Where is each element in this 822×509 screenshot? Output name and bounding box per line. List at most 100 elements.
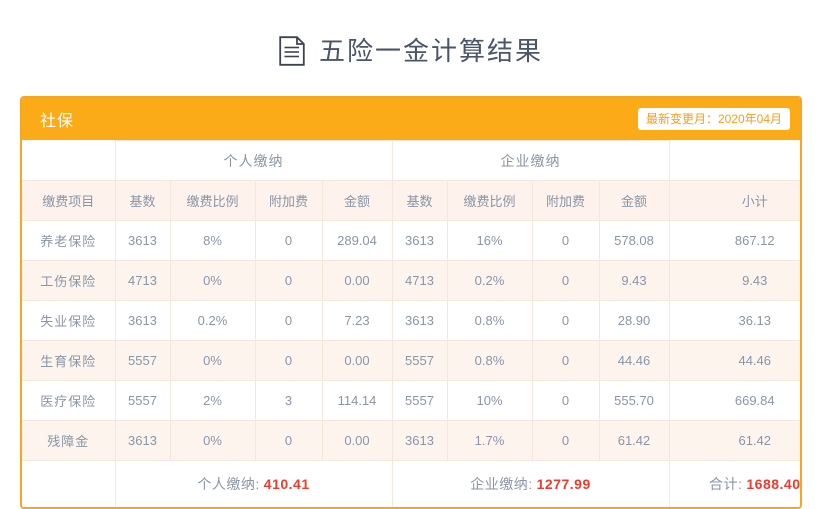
totals-row: 个人缴纳: 410.41 企业缴纳: 1277.99 合计: 1688.40 [22, 460, 801, 507]
cell-personal-surcharge: 0 [254, 340, 323, 381]
cell-enterprise-amount: 555.70 [598, 380, 670, 421]
social-insurance-card: 社保 最新变更月：2020年04月 个人缴纳 企业缴纳 缴费项目 基数 缴费比例… [20, 96, 802, 509]
cell-enterprise-amount: 28.90 [598, 300, 670, 341]
table-row: 失业保险 3613 0.2% 0 7.23 3613 0.8% 0 28.90 … [22, 300, 800, 341]
col-header-personal-rate: 缴费比例 [169, 180, 256, 221]
table-row: 残障金 3613 0% 0 0.00 3613 1.7% 0 61.42 61.… [22, 420, 800, 461]
cell-subtotal: 867.12 [668, 220, 800, 261]
cell-personal-surcharge: 0 [254, 300, 323, 341]
cell-item: 医疗保险 [22, 380, 116, 421]
cell-item: 失业保险 [22, 300, 116, 341]
cell-enterprise-surcharge: 0 [531, 420, 600, 461]
cell-personal-amount: 0.00 [321, 340, 393, 381]
cell-enterprise-surcharge: 0 [531, 340, 600, 381]
table-head: 个人缴纳 企业缴纳 缴费项目 基数 缴费比例 附加费 金额 基数 缴费比例 附加… [22, 140, 800, 221]
table-row: 医疗保险 5557 2% 3 114.14 5557 10% 0 555.70 … [22, 380, 800, 421]
cell-personal-surcharge: 0 [254, 420, 323, 461]
total-grand-label: 合计: [709, 475, 743, 492]
cell-enterprise-rate: 0.2% [446, 260, 533, 301]
cell-enterprise-surcharge: 0 [531, 220, 600, 261]
cell-personal-amount: 0.00 [321, 260, 393, 301]
cell-item: 生育保险 [22, 340, 116, 381]
total-grand-value: 1688.40 [746, 475, 801, 492]
cell-enterprise-base: 3613 [391, 420, 448, 461]
cell-enterprise-base: 5557 [391, 380, 448, 421]
totals-blank-cell [22, 460, 116, 507]
cell-personal-base: 3613 [114, 300, 171, 341]
cell-personal-rate: 0% [169, 340, 256, 381]
cell-enterprise-rate: 0.8% [446, 340, 533, 381]
total-personal-value: 410.41 [263, 475, 310, 492]
col-header-item: 缴费项目 [22, 180, 116, 221]
cell-item: 残障金 [22, 420, 116, 461]
group-header-blank-right [668, 140, 800, 181]
cell-enterprise-base: 3613 [391, 300, 448, 341]
cell-personal-base: 5557 [114, 380, 171, 421]
cell-subtotal: 36.13 [668, 300, 800, 341]
cell-enterprise-amount: 44.46 [598, 340, 670, 381]
total-enterprise: 企业缴纳: 1277.99 [391, 460, 670, 507]
cell-personal-amount: 0.00 [321, 420, 393, 461]
cell-personal-rate: 0% [169, 420, 256, 461]
table-group-header-row: 个人缴纳 企业缴纳 [22, 140, 800, 181]
cell-personal-surcharge: 0 [254, 260, 323, 301]
cell-personal-amount: 114.14 [321, 380, 393, 421]
cell-enterprise-amount: 9.43 [598, 260, 670, 301]
cell-subtotal: 9.43 [668, 260, 800, 301]
latest-change-month-badge: 最新变更月：2020年04月 [637, 107, 790, 131]
cell-enterprise-base: 4713 [391, 260, 448, 301]
col-header-subtotal: 小计 [668, 180, 800, 221]
cell-personal-rate: 2% [169, 380, 256, 421]
col-header-enterprise-amount: 金额 [598, 180, 670, 221]
cell-enterprise-surcharge: 0 [531, 380, 600, 421]
cell-enterprise-base: 3613 [391, 220, 448, 261]
group-header-personal: 个人缴纳 [114, 140, 393, 181]
group-header-blank-left [22, 140, 116, 181]
cell-enterprise-amount: 578.08 [598, 220, 670, 261]
cell-personal-base: 3613 [114, 420, 171, 461]
cell-enterprise-amount: 61.42 [598, 420, 670, 461]
col-header-personal-base: 基数 [114, 180, 171, 221]
cell-personal-surcharge: 3 [254, 380, 323, 421]
fee-table: 个人缴纳 企业缴纳 缴费项目 基数 缴费比例 附加费 金额 基数 缴费比例 附加… [22, 140, 801, 507]
col-header-enterprise-base: 基数 [391, 180, 448, 221]
table-row: 工伤保险 4713 0% 0 0.00 4713 0.2% 0 9.43 9.4… [22, 260, 800, 301]
cell-subtotal: 669.84 [668, 380, 800, 421]
cell-personal-amount: 289.04 [321, 220, 393, 261]
cell-enterprise-rate: 10% [446, 380, 533, 421]
cell-enterprise-surcharge: 0 [531, 300, 600, 341]
col-header-enterprise-rate: 缴费比例 [446, 180, 533, 221]
cell-subtotal: 44.46 [668, 340, 800, 381]
group-header-enterprise: 企业缴纳 [391, 140, 670, 181]
cell-personal-base: 3613 [114, 220, 171, 261]
cell-enterprise-rate: 1.7% [446, 420, 533, 461]
table-row: 生育保险 5557 0% 0 0.00 5557 0.8% 0 44.46 44… [22, 340, 800, 381]
total-personal: 个人缴纳: 410.41 [114, 460, 393, 507]
cell-item: 工伤保险 [22, 260, 116, 301]
col-header-personal-surcharge: 附加费 [254, 180, 323, 221]
cell-item: 养老保险 [22, 220, 116, 261]
cell-enterprise-rate: 0.8% [446, 300, 533, 341]
total-personal-label: 个人缴纳: [197, 475, 260, 492]
table-body: 养老保险 3613 8% 0 289.04 3613 16% 0 578.08 … [22, 220, 801, 507]
cell-enterprise-rate: 16% [446, 220, 533, 261]
page-title-text: 五险一金计算结果 [318, 36, 543, 66]
total-enterprise-value: 1277.99 [536, 475, 591, 492]
cell-personal-surcharge: 0 [254, 220, 323, 261]
total-enterprise-label: 企业缴纳: [470, 475, 533, 492]
cell-personal-rate: 0% [169, 260, 256, 301]
document-icon [279, 36, 305, 66]
table-row: 养老保险 3613 8% 0 289.04 3613 16% 0 578.08 … [22, 220, 800, 261]
card-header-title: 社保 [40, 113, 75, 130]
page-title: 五险一金计算结果 [0, 0, 822, 96]
col-header-personal-amount: 金额 [321, 180, 393, 221]
cell-subtotal: 61.42 [668, 420, 800, 461]
total-grand: 合计: 1688.40 [668, 460, 801, 507]
cell-enterprise-surcharge: 0 [531, 260, 600, 301]
cell-personal-amount: 7.23 [321, 300, 393, 341]
col-header-enterprise-surcharge: 附加费 [531, 180, 600, 221]
cell-personal-rate: 8% [169, 220, 256, 261]
cell-personal-base: 5557 [114, 340, 171, 381]
card-header: 社保 最新变更月：2020年04月 [22, 98, 800, 140]
table-column-header-row: 缴费项目 基数 缴费比例 附加费 金额 基数 缴费比例 附加费 金额 小计 [22, 180, 800, 221]
